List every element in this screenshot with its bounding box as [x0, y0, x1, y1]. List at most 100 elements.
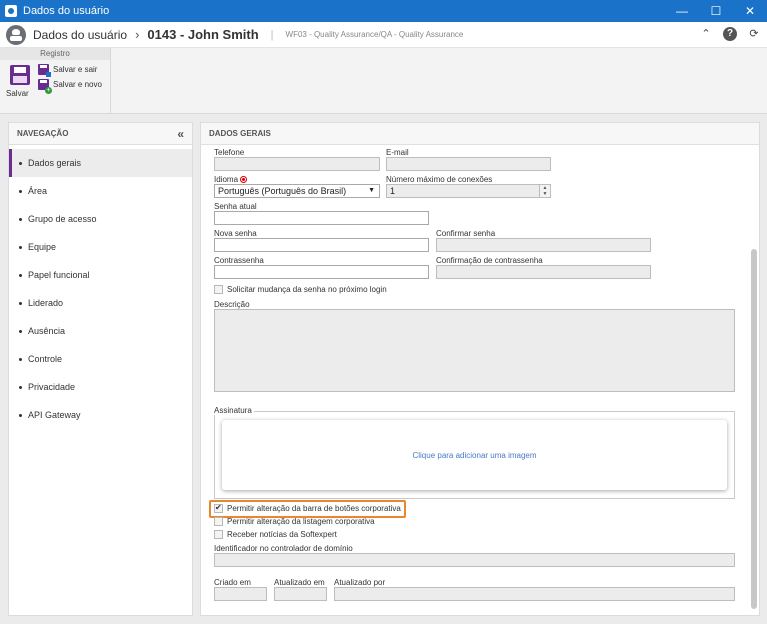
solicitar-mudanca-checkbox[interactable]: Solicitar mudança da senha no próximo lo… — [214, 285, 387, 294]
chevron-right-icon: › — [135, 27, 140, 42]
spinner-icon[interactable]: ▲ ▼ — [539, 185, 550, 197]
permitir-listagem-label: Permitir alteração da listagem corporati… — [227, 517, 375, 526]
save-exit-icon — [38, 64, 51, 77]
permitir-barra-checkbox[interactable]: Permitir alteração da barra de botões co… — [214, 503, 401, 513]
breadcrumb-module[interactable]: Dados do usuário — [33, 28, 127, 42]
nav-item-label: Ausência — [28, 326, 66, 336]
permitir-listagem-checkbox[interactable]: Permitir alteração da listagem corporati… — [214, 517, 375, 526]
nav-item-liderado[interactable]: Liderado — [9, 289, 192, 317]
telefone-field[interactable] — [214, 157, 380, 171]
descricao-textarea[interactable] — [214, 309, 735, 392]
ribbon-separator — [110, 48, 111, 114]
section-title: DADOS GERAIS — [201, 123, 759, 145]
senha-atual-label: Senha atual — [214, 202, 257, 211]
email-label: E-mail — [386, 148, 409, 157]
assinatura-action: Clique para adicionar uma imagem — [412, 450, 537, 460]
max-conn-stepper[interactable]: 1 ▲ ▼ — [386, 184, 551, 198]
window-title: Dados do usuário — [23, 5, 110, 17]
nav-item-api-gateway[interactable]: API Gateway — [9, 401, 192, 429]
idioma-label: Idioma — [214, 175, 239, 184]
nav-item-area[interactable]: Área — [9, 177, 192, 205]
refresh-icon[interactable]: ⟳ — [747, 27, 761, 41]
solicitar-mudanca-label: Solicitar mudança da senha no próximo lo… — [227, 285, 387, 294]
nav-item-label: Dados gerais — [28, 158, 82, 168]
save-button[interactable]: Salvar — [6, 63, 34, 99]
bullet-icon — [19, 273, 22, 277]
max-conn-value: 1 — [390, 186, 396, 196]
atualizado-por-field[interactable] — [334, 587, 735, 601]
bullet-icon — [19, 161, 22, 165]
contrassenha-label: Contrassenha — [214, 256, 264, 265]
maximize-icon[interactable]: ☐ — [699, 0, 733, 22]
save-exit-button[interactable]: Salvar e sair — [38, 64, 98, 77]
save-exit-label: Salvar e sair — [53, 65, 98, 74]
close-icon[interactable]: ✕ — [733, 0, 767, 22]
checkbox-checked-icon — [214, 503, 223, 513]
save-new-label: Salvar e novo — [53, 80, 102, 89]
nova-senha-field[interactable] — [214, 238, 429, 252]
bullet-icon — [19, 301, 22, 305]
nav-item-label: Controle — [28, 354, 63, 364]
idioma-label-wrap: Idioma — [214, 175, 248, 184]
bullet-icon — [19, 245, 22, 249]
navigation-title: NAVEGAÇÃO — [17, 129, 69, 138]
nav-item-label: Papel funcional — [28, 270, 90, 280]
bullet-icon — [19, 357, 22, 361]
bullet-icon — [19, 385, 22, 389]
confirm-contrassenha-field[interactable] — [436, 265, 651, 279]
minimize-icon[interactable]: — — [665, 0, 699, 22]
nav-item-label: Grupo de acesso — [28, 214, 97, 224]
collapse-left-icon[interactable]: « — [177, 127, 184, 141]
nav-item-controle[interactable]: Controle — [9, 345, 192, 373]
nova-senha-label: Nova senha — [214, 229, 257, 238]
telefone-label: Telefone — [214, 148, 245, 157]
atualizado-field[interactable] — [274, 587, 327, 601]
bullet-icon — [19, 413, 22, 417]
navigation-header: NAVEGAÇÃO « — [9, 123, 192, 145]
nav-item-grupo-de-acesso[interactable]: Grupo de acesso — [9, 205, 192, 233]
save-new-button[interactable]: Salvar e novo — [38, 79, 102, 94]
contrassenha-field[interactable] — [214, 265, 429, 279]
bullet-icon — [19, 189, 22, 193]
app-icon — [5, 5, 17, 17]
ribbon-toolbar: Registro Salvar Salvar e sair Salvar e n… — [0, 48, 767, 114]
nav-item-papel-funcional[interactable]: Papel funcional — [9, 261, 192, 289]
identificador-label: Identificador no controlador de domínio — [214, 544, 353, 553]
save-button-label: Salvar — [6, 89, 29, 98]
help-icon[interactable]: ? — [723, 27, 737, 41]
assinatura-label: Assinatura — [214, 406, 254, 415]
nav-item-label: API Gateway — [28, 410, 81, 420]
nav-item-label: Privacidade — [28, 382, 76, 392]
receber-noticias-checkbox[interactable]: Receber notícias da Softexpert — [214, 530, 337, 539]
required-icon — [240, 176, 248, 183]
confirmar-senha-field[interactable] — [436, 238, 651, 252]
senha-atual-field[interactable] — [214, 211, 429, 225]
atualizado-label: Atualizado em — [274, 578, 325, 587]
confirmar-senha-label: Confirmar senha — [436, 229, 496, 238]
assinatura-upload-area[interactable]: Clique para adicionar uma imagem — [222, 420, 727, 490]
nav-item-privacidade[interactable]: Privacidade — [9, 373, 192, 401]
workflow-info: WF03 - Quality Assurance/QA - Quality As… — [285, 30, 464, 39]
nav-item-ausencia[interactable]: Ausência — [9, 317, 192, 345]
record-title: 0143 - John Smith — [147, 27, 259, 42]
email-field[interactable] — [386, 157, 551, 171]
nav-item-equipe[interactable]: Equipe — [9, 233, 192, 261]
identificador-field[interactable] — [214, 553, 735, 567]
collapse-up-icon[interactable]: ⌃ — [699, 27, 713, 41]
criado-label: Criado em — [214, 578, 251, 587]
criado-field[interactable] — [214, 587, 267, 601]
receber-noticias-label: Receber notícias da Softexpert — [227, 530, 337, 539]
checkbox-icon — [214, 517, 223, 526]
window-titlebar: Dados do usuário — ☐ ✕ — [0, 0, 767, 22]
ribbon-group-label: Registro — [0, 48, 110, 60]
permitir-barra-label: Permitir alteração da barra de botões co… — [227, 504, 401, 513]
idioma-select[interactable]: Português (Português do Brasil) ▼ — [214, 184, 380, 198]
navigation-panel: NAVEGAÇÃO « Dados gerais Área Grupo de a… — [8, 122, 193, 616]
vertical-scrollbar[interactable] — [751, 249, 757, 609]
atualizado-por-label: Atualizado por — [334, 578, 386, 587]
nav-item-label: Área — [28, 186, 48, 196]
checkbox-icon — [214, 530, 223, 539]
bullet-icon — [19, 217, 22, 221]
nav-item-dados-gerais[interactable]: Dados gerais — [9, 149, 192, 177]
nav-item-label: Equipe — [28, 242, 57, 252]
